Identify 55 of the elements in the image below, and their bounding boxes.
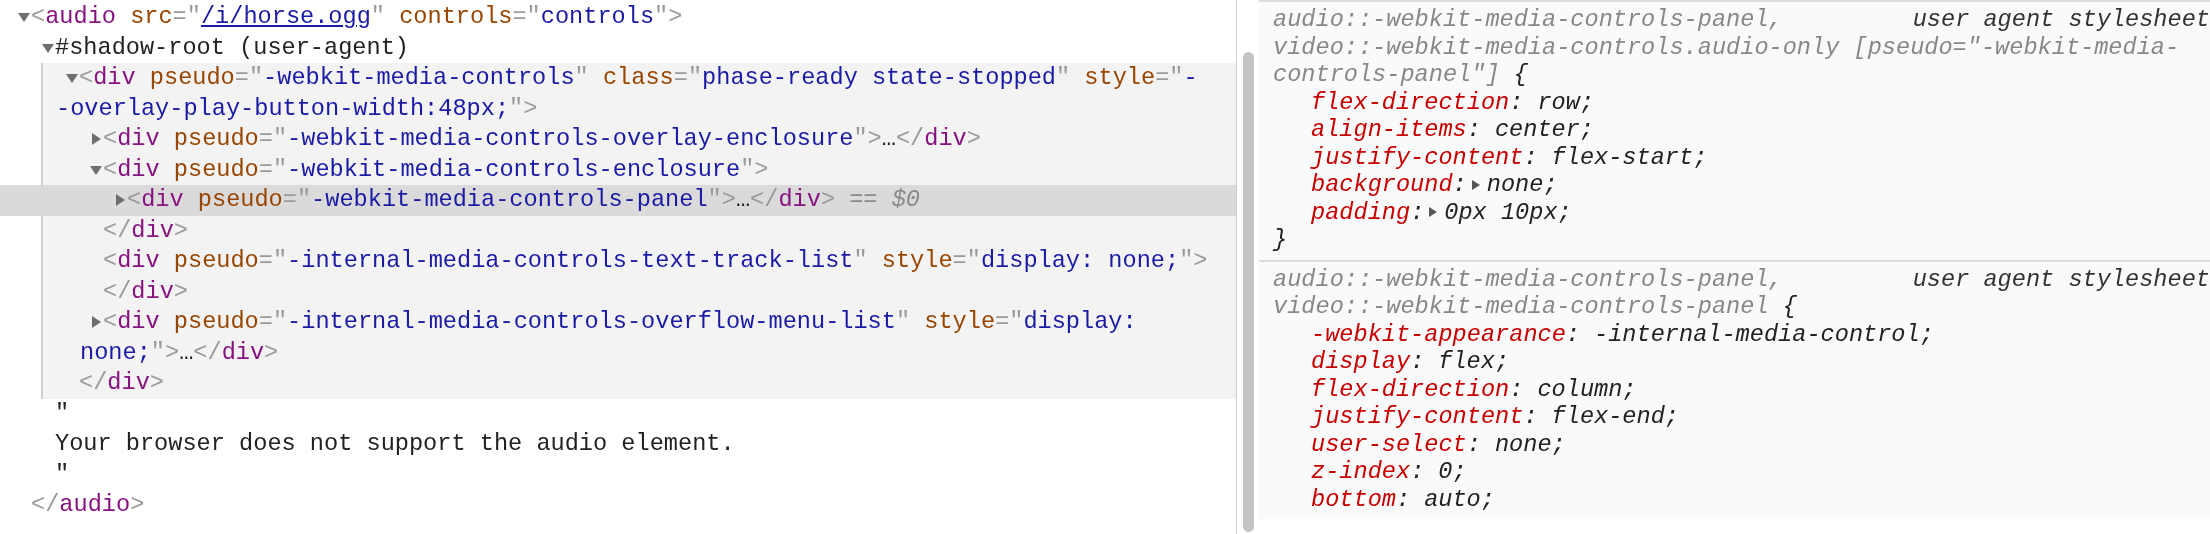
property-name: align-items: — [1311, 116, 1481, 144]
code-line: <audio src="/i/horse.ogg" controls="controls"> — [31, 2, 683, 32]
collapsed-caret-icon[interactable] — [89, 315, 103, 330]
property-value: column; — [1537, 375, 1637, 403]
property-value: row; — [1537, 88, 1595, 116]
property-value: none; — [1486, 171, 1558, 199]
text-node-line: Your browser does not support the audio element. — [55, 429, 735, 459]
property-name: justify-content: — [1311, 403, 1538, 431]
property-name: user-select: — [1311, 430, 1481, 458]
closing-brace: } — [1273, 226, 1288, 254]
code-line: -overlay-play-button-width:48px;"> — [56, 93, 538, 124]
code-line: <div pseudo="-internal-media-controls-overflow-menu-list" style="display: — [103, 307, 1137, 337]
link[interactable]: /i/horse.ogg — [200, 3, 371, 30]
code-line: </audio> — [31, 490, 145, 520]
selector-text: video::-webkit-media-controls-panel { — [1273, 293, 1797, 321]
code-line: <div pseudo="-webkit-media-controls-panel">…</div> == $0 — [127, 185, 920, 215]
property-name: justify-content: — [1311, 143, 1538, 171]
collapsed-caret-icon[interactable] — [113, 193, 127, 208]
stylesheet-origin: user agent stylesheet — [1912, 265, 2210, 293]
code-line: </div> — [79, 368, 164, 398]
text-node-line: " — [55, 459, 70, 490]
property-value: center; — [1494, 116, 1595, 144]
selector-text: audio::-webkit-media-controls-panel, — [1273, 265, 1783, 293]
property-value: flex-end; — [1551, 403, 1679, 431]
property-name: bottom: — [1311, 485, 1411, 513]
property-value: -internal-media-control; — [1594, 320, 1934, 348]
property-name: background: — [1311, 171, 1467, 199]
code-line: </div> — [103, 215, 188, 246]
expand-triangle-icon[interactable] — [1428, 206, 1439, 219]
shadow-root-line: #shadow-root (user-agent) — [55, 32, 409, 63]
text-node-line: " — [55, 398, 70, 429]
property-value: flex-start; — [1551, 143, 1708, 171]
collapsed-caret-icon[interactable] — [89, 132, 103, 147]
property-name: -webkit-appearance: — [1311, 320, 1581, 348]
property-name: flex-direction: — [1311, 375, 1524, 403]
selector-text: controls-panel"] { — [1273, 61, 1528, 89]
code-line: <div pseudo="-webkit-media-controls-enclosure"> — [103, 154, 769, 185]
selector-text: video::-webkit-media-controls.audio-only [pseudo="-webkit-media- — [1273, 33, 2180, 61]
property-name: display: — [1311, 348, 1425, 376]
code-line: <div pseudo="-webkit-media-controls-overlay-enclosure">…</div> — [103, 124, 981, 154]
property-name: padding: — [1311, 198, 1425, 226]
code-line: none;">…</div> — [80, 337, 279, 368]
selector-text: audio::-webkit-media-controls-panel, — [1273, 6, 1783, 34]
property-name: z-index: — [1311, 458, 1425, 486]
scrollbar[interactable] — [1242, 52, 1254, 532]
property-value: none; — [1494, 430, 1566, 458]
code-line: </div> — [103, 276, 188, 307]
property-value: flex; — [1438, 348, 1510, 376]
stylesheet-origin: user agent stylesheet — [1912, 6, 2210, 34]
property-value: auto; — [1424, 485, 1495, 513]
expand-triangle-icon[interactable] — [1470, 178, 1481, 191]
selected-row[interactable]: <div pseudo="-webkit-media-controls-panel">…</div> == $0 — [0, 185, 1236, 216]
property-value: 0; — [1438, 458, 1467, 486]
property-name: flex-direction: — [1311, 88, 1524, 116]
property-value: 0px 10px; — [1444, 198, 1572, 226]
